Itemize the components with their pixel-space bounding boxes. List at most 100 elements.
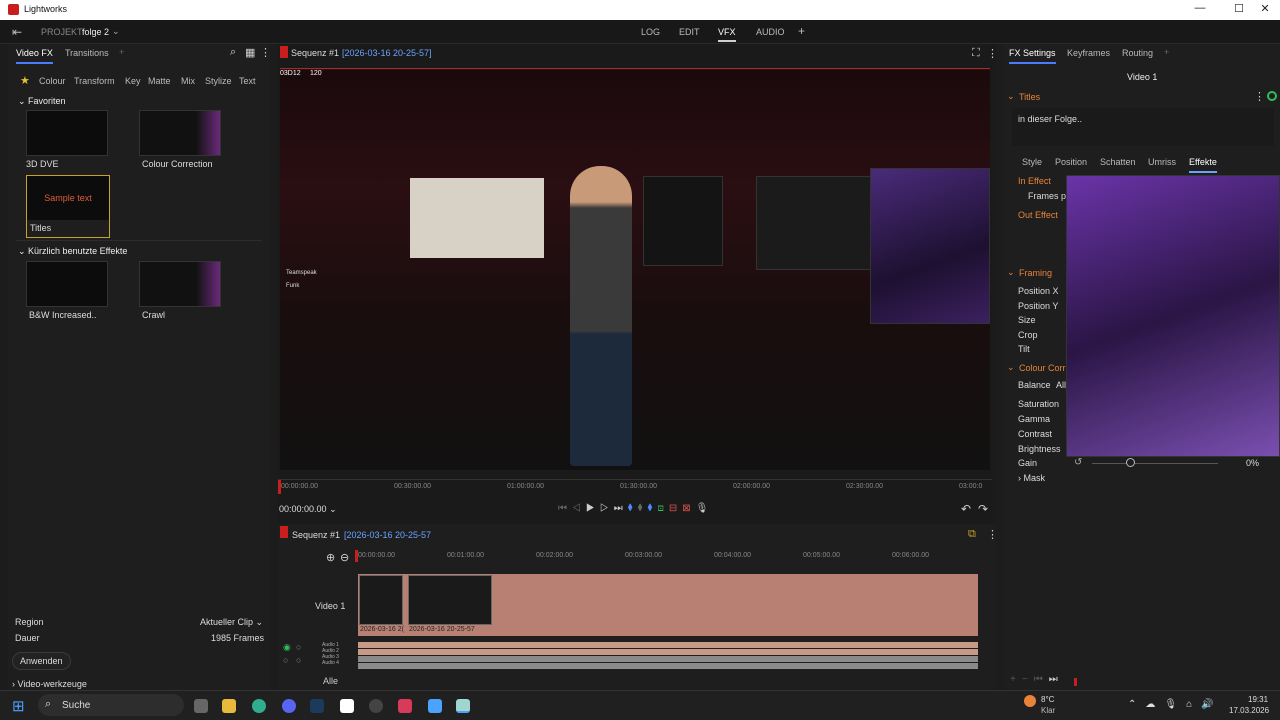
subtab-effekte[interactable]: Effekte	[1189, 157, 1217, 173]
region-select[interactable]: Aktueller Clip ⌄	[200, 617, 263, 628]
network-icon[interactable]: ⌂	[1186, 699, 1201, 710]
tab-edit[interactable]: EDIT	[679, 27, 700, 37]
audio-track[interactable]	[358, 663, 978, 669]
add-tab-button[interactable]: +	[1164, 47, 1169, 57]
tools-expander[interactable]: › Video-werkzeuge	[12, 679, 87, 689]
replace-icon[interactable]: ⊠	[682, 503, 695, 514]
app-icon[interactable]	[398, 699, 412, 713]
audio-track[interactable]	[358, 656, 978, 662]
windows-start-icon[interactable]: ⊞	[12, 697, 25, 715]
weather-icon[interactable]	[1024, 695, 1036, 707]
add-tab-button[interactable]: +	[119, 47, 124, 57]
project-name[interactable]: folge 2	[82, 27, 109, 37]
clock-date[interactable]: 17.03.2026	[1229, 706, 1269, 715]
effect-colour-correction[interactable]: Colour Correction	[139, 110, 221, 169]
effect-crawl[interactable]: Crawl	[139, 261, 221, 320]
more-options-icon[interactable]: ⋮	[260, 46, 271, 59]
app-icon[interactable]	[428, 699, 442, 713]
tab-fx-settings[interactable]: FX Settings	[1009, 48, 1056, 64]
audio-tracks[interactable]	[358, 642, 978, 670]
audio-track-toggle[interactable]: ◉	[283, 642, 291, 653]
fullscreen-icon[interactable]: ⛶	[972, 47, 980, 60]
viewer-ruler[interactable]: 00:00:00.00 00:30:00.00 01:00:00.00 01:3…	[278, 479, 992, 495]
all-tracks-label[interactable]: Alle	[323, 676, 338, 686]
video-clip[interactable]	[408, 575, 492, 625]
subtab-style[interactable]: Style	[1022, 157, 1042, 167]
clock-time[interactable]: 19:31	[1248, 695, 1268, 704]
tab-log[interactable]: LOG	[641, 27, 660, 37]
audio-track[interactable]	[358, 642, 978, 648]
discord-icon[interactable]	[282, 699, 296, 713]
cloud-icon[interactable]: ☁	[1145, 699, 1164, 710]
undo-icon[interactable]: ↶	[961, 502, 971, 516]
more-options-icon[interactable]: ⋮	[1254, 90, 1265, 103]
chevron-down-icon[interactable]: ⌄	[1007, 362, 1015, 373]
go-start-icon[interactable]: ⏮	[558, 503, 572, 514]
step-back-icon[interactable]: ◁	[572, 503, 586, 514]
effect-titles[interactable]: Sample text Titles	[26, 175, 110, 238]
recent-header[interactable]: ⌄ Kürzlich benutzte Effekte	[18, 246, 127, 257]
speaker-icon[interactable]: 🔊	[1201, 699, 1222, 710]
remove-keyframe-icon[interactable]: −	[1022, 674, 1034, 685]
tab-vfx[interactable]: VFX	[718, 27, 736, 42]
search-placeholder[interactable]: Suche	[62, 700, 90, 711]
close-button[interactable]: ✕	[1250, 2, 1280, 18]
category-mix[interactable]: Mix	[181, 76, 195, 86]
title-text-value[interactable]: in dieser Folge..	[1018, 114, 1082, 124]
zoom-in-icon[interactable]: ⊕	[326, 551, 335, 564]
video-clip[interactable]	[359, 575, 403, 625]
chevron-down-icon[interactable]: ⌄	[1007, 267, 1015, 278]
more-options-icon[interactable]: ⋮	[987, 528, 998, 541]
insert-icon[interactable]: ⊟	[669, 503, 682, 514]
audio-track-toggle[interactable]: ○	[296, 655, 301, 665]
subtab-schatten[interactable]: Schatten	[1100, 157, 1136, 167]
section-framing[interactable]: Framing	[1019, 268, 1052, 278]
exit-icon[interactable]: ⇤	[12, 25, 22, 39]
play-icon[interactable]: ▶	[586, 503, 600, 514]
timeline-playhead[interactable]	[355, 550, 358, 562]
obs-icon[interactable]	[369, 699, 383, 713]
tab-routing[interactable]: Routing	[1122, 48, 1153, 58]
zoom-out-icon[interactable]: ⊖	[340, 551, 349, 564]
app-icon[interactable]	[340, 699, 354, 713]
tab-video-fx[interactable]: Video FX	[16, 48, 53, 64]
more-options-icon[interactable]: ⋮	[987, 47, 998, 60]
search-icon[interactable]: ⌕	[230, 46, 236, 59]
mark-in-icon[interactable]: ⧫	[628, 503, 638, 514]
category-colour[interactable]: Colour	[39, 76, 66, 86]
search-box[interactable]	[38, 694, 184, 716]
category-key[interactable]: Key	[125, 76, 141, 86]
apply-button[interactable]: Anwenden	[12, 652, 71, 670]
add-cue-icon[interactable]: ⊡	[657, 503, 668, 514]
chevron-down-icon[interactable]: ⌄	[112, 26, 120, 37]
audio-track[interactable]	[358, 649, 978, 655]
mark-out-icon[interactable]: ⧫	[648, 503, 658, 514]
step-forward-icon[interactable]: ▷	[600, 503, 614, 514]
effect-3d-dve[interactable]: 3D DVE	[26, 110, 108, 169]
timecode-display[interactable]: 00:00:00.00 ⌄	[279, 504, 337, 515]
grid-view-icon[interactable]: ▦	[245, 46, 255, 59]
section-colour-correction[interactable]: Colour Corr	[1019, 363, 1066, 373]
effect-bw-increased[interactable]: B&W Increased..	[26, 261, 108, 320]
enable-toggle-icon[interactable]	[1267, 91, 1277, 101]
keyframe-playhead[interactable]	[1074, 678, 1077, 686]
category-matte[interactable]: Matte	[148, 76, 171, 86]
gain-slider[interactable]	[1092, 463, 1218, 464]
tab-transitions[interactable]: Transitions	[65, 48, 109, 58]
prev-keyframe-icon[interactable]: ⏮	[1034, 674, 1049, 685]
category-transform[interactable]: Transform	[74, 76, 115, 86]
favorites-header[interactable]: ⌄ Favoriten	[18, 96, 66, 107]
tab-audio[interactable]: AUDIO	[756, 27, 785, 37]
add-mode-button[interactable]: +	[798, 24, 805, 38]
category-stylize[interactable]: Stylize	[205, 76, 232, 86]
minimize-button[interactable]: —	[1185, 2, 1215, 18]
audio-track-toggle[interactable]: ○	[296, 642, 301, 652]
section-titles[interactable]: Titles	[1019, 92, 1040, 102]
microphone-icon[interactable]: 🎙	[696, 503, 714, 514]
sync-icon[interactable]: ⧉	[968, 528, 976, 541]
gain-slider-handle[interactable]	[1125, 458, 1135, 467]
redo-icon[interactable]: ↷	[978, 502, 988, 516]
category-text[interactable]: Text	[239, 76, 256, 86]
subtab-position[interactable]: Position	[1055, 157, 1087, 167]
go-end-icon[interactable]: ⏭	[614, 503, 628, 514]
